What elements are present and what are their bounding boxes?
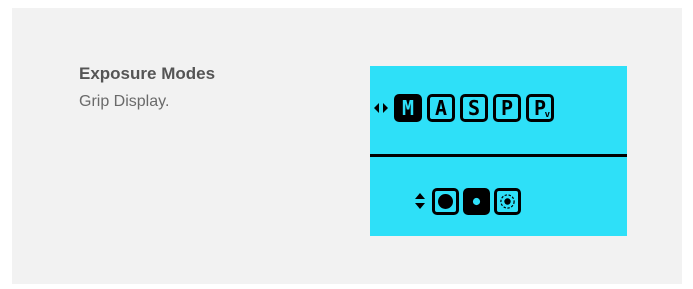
left-right-arrow-icon	[374, 103, 388, 113]
mode-s-box[interactable]: S	[460, 94, 488, 122]
up-down-arrow-icon	[415, 193, 425, 209]
spot-metering-box[interactable]	[494, 187, 521, 215]
section-subtitle: Grip Display.	[79, 93, 170, 110]
mode-a-label: A	[434, 96, 448, 120]
mode-s-label: S	[467, 96, 481, 120]
mode-pv-sub-label: v	[544, 110, 550, 120]
section-title: Exposure Modes	[79, 64, 216, 83]
center-weighted-metering-icon	[472, 197, 481, 205]
center-weighted-metering-box[interactable]	[463, 187, 490, 215]
lcd-divider	[370, 154, 627, 157]
mode-p-label: P	[500, 96, 514, 120]
description-block: Exposure Modes Grip Display.	[79, 63, 215, 113]
mode-m-label: M	[401, 96, 415, 120]
matrix-metering-box[interactable]	[432, 187, 459, 215]
exposure-mode-row: M A S P P v	[374, 93, 559, 123]
content-card: Exposure Modes Grip Display. M A S P P v	[12, 8, 682, 284]
spot-metering-icon	[500, 193, 515, 209]
mode-m-box[interactable]: M	[394, 94, 422, 122]
metering-mode-row	[415, 187, 525, 215]
mode-p-box[interactable]: P	[493, 94, 521, 122]
mode-a-box[interactable]: A	[427, 94, 455, 122]
matrix-metering-icon	[438, 193, 453, 209]
grip-lcd-display: M A S P P v	[370, 66, 627, 236]
mode-pv-box[interactable]: P v	[526, 94, 554, 122]
